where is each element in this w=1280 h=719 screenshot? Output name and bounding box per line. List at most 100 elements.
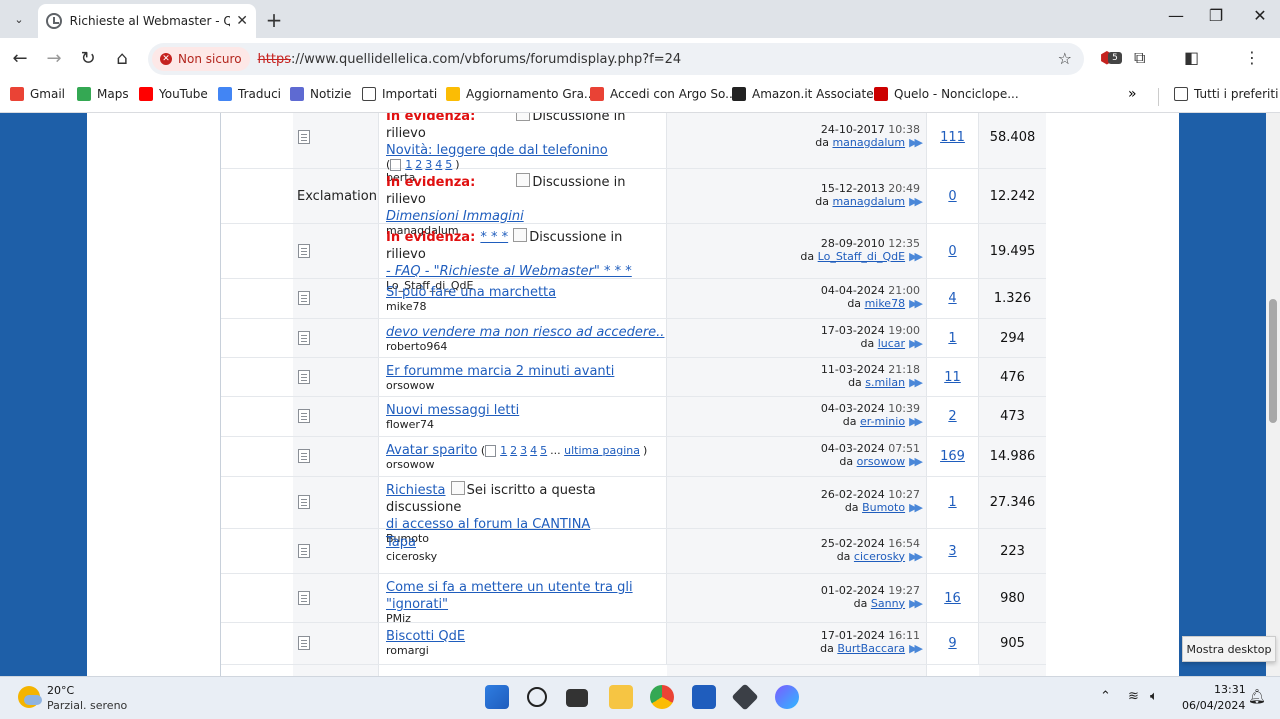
minimize-icon[interactable]: — xyxy=(1156,6,1196,25)
tray-expand-icon[interactable]: ⌃ xyxy=(1100,689,1111,704)
last-post-user[interactable]: lucar xyxy=(878,337,905,350)
close-tab-icon[interactable]: ✕ xyxy=(236,13,248,29)
new-tab-icon[interactable]: + xyxy=(264,8,284,32)
thread-title-link[interactable]: Nuovi messaggi letti xyxy=(386,403,519,418)
bookmark-item[interactable]: YouTube xyxy=(139,87,208,101)
go-to-last-post-icon[interactable]: ▶▶ xyxy=(909,501,923,514)
tab-search-icon[interactable]: ⌄ xyxy=(6,6,32,32)
thread-starter[interactable]: mike78 xyxy=(386,300,666,313)
weather-temp[interactable]: 20°C xyxy=(47,684,74,697)
last-post-user[interactable]: Sanny xyxy=(871,597,905,610)
go-to-last-post-icon[interactable]: ▶▶ xyxy=(909,376,923,389)
page-link[interactable]: 3 xyxy=(520,444,527,457)
thread-title-link[interactable]: Novità: leggere qde dal telefonino xyxy=(386,143,608,158)
restore-icon[interactable]: ❐ xyxy=(1196,6,1236,25)
go-to-last-post-icon[interactable]: ▶▶ xyxy=(909,337,923,350)
side-panel-icon[interactable]: ◧ xyxy=(1184,48,1199,67)
bookmark-item[interactable]: Quelo - Nonciclope... xyxy=(874,87,1019,101)
last-post-user[interactable]: managdalum xyxy=(832,136,905,149)
thread-title-link[interactable]: Avatar sparito xyxy=(386,443,477,458)
thread-starter[interactable]: orsowow xyxy=(386,379,666,392)
back-icon[interactable]: ← xyxy=(8,47,32,71)
last-post-user[interactable]: Lo_Staff_di_QdE xyxy=(818,250,905,263)
replies-count[interactable]: 1 xyxy=(927,495,978,510)
last-post-user[interactable]: s.milan xyxy=(865,376,905,389)
go-to-last-post-icon[interactable]: ▶▶ xyxy=(909,597,923,610)
weather-desc[interactable]: Parzial. sereno xyxy=(47,699,127,712)
page-link[interactable]: 2 xyxy=(510,444,517,457)
url-text[interactable]: https://www.quellidellelica.com/vbforums… xyxy=(258,52,682,67)
thread-title-link[interactable]: Si può fare una marchetta xyxy=(386,285,556,300)
window-close-icon[interactable]: ✕ xyxy=(1240,6,1280,25)
thread-title-link[interactable]: * * * xyxy=(480,230,508,245)
bookmark-item[interactable]: Importati xyxy=(362,87,437,101)
thread-title-link[interactable]: - FAQ - "Richieste al Webmaster" * * * xyxy=(386,264,632,279)
thread-title-link[interactable]: Come si fa a mettere un utente tra gli xyxy=(386,580,633,595)
notification-bell-icon[interactable]: 🔔︎ xyxy=(1248,689,1266,705)
volume-icon[interactable]: 🔈︎ xyxy=(1150,689,1158,704)
last-post-user[interactable]: orsowow xyxy=(857,455,905,468)
bookmark-item[interactable]: Amazon.it Associate... xyxy=(732,87,885,101)
replies-count[interactable]: 111 xyxy=(927,130,978,145)
bookmark-item[interactable]: Traduci xyxy=(218,87,281,101)
last-post-user[interactable]: cicerosky xyxy=(854,550,905,563)
address-bar[interactable]: ✕ Non sicuro https://www.quellidellelica… xyxy=(148,43,1084,75)
page-link[interactable]: 1 xyxy=(500,444,507,457)
search-icon[interactable] xyxy=(527,687,547,707)
task-view-icon[interactable] xyxy=(566,689,588,707)
last-post-user[interactable]: Bumoto xyxy=(862,501,905,514)
page-link[interactable]: 4 xyxy=(530,444,537,457)
reload-icon[interactable]: ↻ xyxy=(76,47,100,71)
thread-title-link[interactable]: devo vendere ma non riesco ad accedere.. xyxy=(386,325,664,340)
file-explorer-icon[interactable] xyxy=(609,685,633,709)
go-to-last-post-icon[interactable]: ▶▶ xyxy=(909,297,923,310)
bookmark-item[interactable]: Notizie xyxy=(290,87,351,101)
thread-title-link[interactable]: Biscotti QdE xyxy=(386,629,465,644)
wifi-icon[interactable]: ≋ xyxy=(1128,689,1139,704)
chrome-icon[interactable] xyxy=(650,685,674,709)
go-to-last-post-icon[interactable]: ▶▶ xyxy=(909,195,923,208)
replies-count[interactable]: 1 xyxy=(927,331,978,346)
go-to-last-post-icon[interactable]: ▶▶ xyxy=(909,455,923,468)
thread-title-link[interactable]: Er forumme marcia 2 minuti avanti xyxy=(386,364,614,379)
thread-title-link[interactable]: Dimensioni Immagini xyxy=(386,209,524,224)
clock-time[interactable]: 13:31 xyxy=(1214,683,1246,696)
bookmark-item[interactable]: Maps xyxy=(77,87,129,101)
thread-starter[interactable]: roberto964 xyxy=(386,340,666,353)
clock-date[interactable]: 06/04/2024 xyxy=(1182,699,1245,712)
active-tab[interactable]: Richieste al Webmaster - Quelli ✕ xyxy=(38,4,256,38)
app-icon[interactable] xyxy=(731,683,759,711)
go-to-last-post-icon[interactable]: ▶▶ xyxy=(909,415,923,428)
home-icon[interactable]: ⌂ xyxy=(110,47,134,71)
thread-title-link[interactable]: Richiesta xyxy=(386,483,445,498)
bookmark-star-icon[interactable]: ☆ xyxy=(1058,49,1072,68)
replies-count[interactable]: 2 xyxy=(927,409,978,424)
copilot-icon[interactable] xyxy=(775,685,799,709)
menu-dots-icon[interactable]: ⋮ xyxy=(1244,48,1260,67)
security-chip[interactable]: ✕ Non sicuro xyxy=(152,47,250,71)
go-to-last-post-icon[interactable]: ▶▶ xyxy=(909,250,923,263)
thread-title-link[interactable]: Tapa xyxy=(386,535,416,550)
page-link[interactable]: 5 xyxy=(540,444,547,457)
replies-count[interactable]: 4 xyxy=(927,291,978,306)
go-to-last-post-icon[interactable]: ▶▶ xyxy=(909,550,923,563)
bookmark-item[interactable]: Aggiornamento Gra... xyxy=(446,87,595,101)
replies-count[interactable]: 9 xyxy=(927,636,978,651)
replies-count[interactable]: 0 xyxy=(927,189,978,204)
weather-icon[interactable] xyxy=(18,686,42,708)
all-bookmarks-folder[interactable]: Tutti i preferiti xyxy=(1174,87,1278,101)
thread-title-link-cont[interactable]: "ignorati" xyxy=(386,597,448,612)
thread-starter[interactable]: orsowow xyxy=(386,458,666,471)
start-icon[interactable] xyxy=(485,685,509,709)
vertical-scrollbar[interactable] xyxy=(1266,113,1280,676)
last-post-user[interactable]: mike78 xyxy=(865,297,906,310)
extensions-puzzle-icon[interactable]: ⧉ xyxy=(1134,48,1145,68)
replies-count[interactable]: 11 xyxy=(927,370,978,385)
replies-count[interactable]: 0 xyxy=(927,244,978,259)
store-icon[interactable] xyxy=(692,685,716,709)
bookmark-item[interactable]: Gmail xyxy=(10,87,65,101)
thread-starter[interactable]: cicerosky xyxy=(386,550,666,563)
scroll-thumb[interactable] xyxy=(1269,299,1277,423)
bookmark-item[interactable]: Accedi con Argo So... xyxy=(590,87,737,101)
last-post-user[interactable]: managdalum xyxy=(832,195,905,208)
